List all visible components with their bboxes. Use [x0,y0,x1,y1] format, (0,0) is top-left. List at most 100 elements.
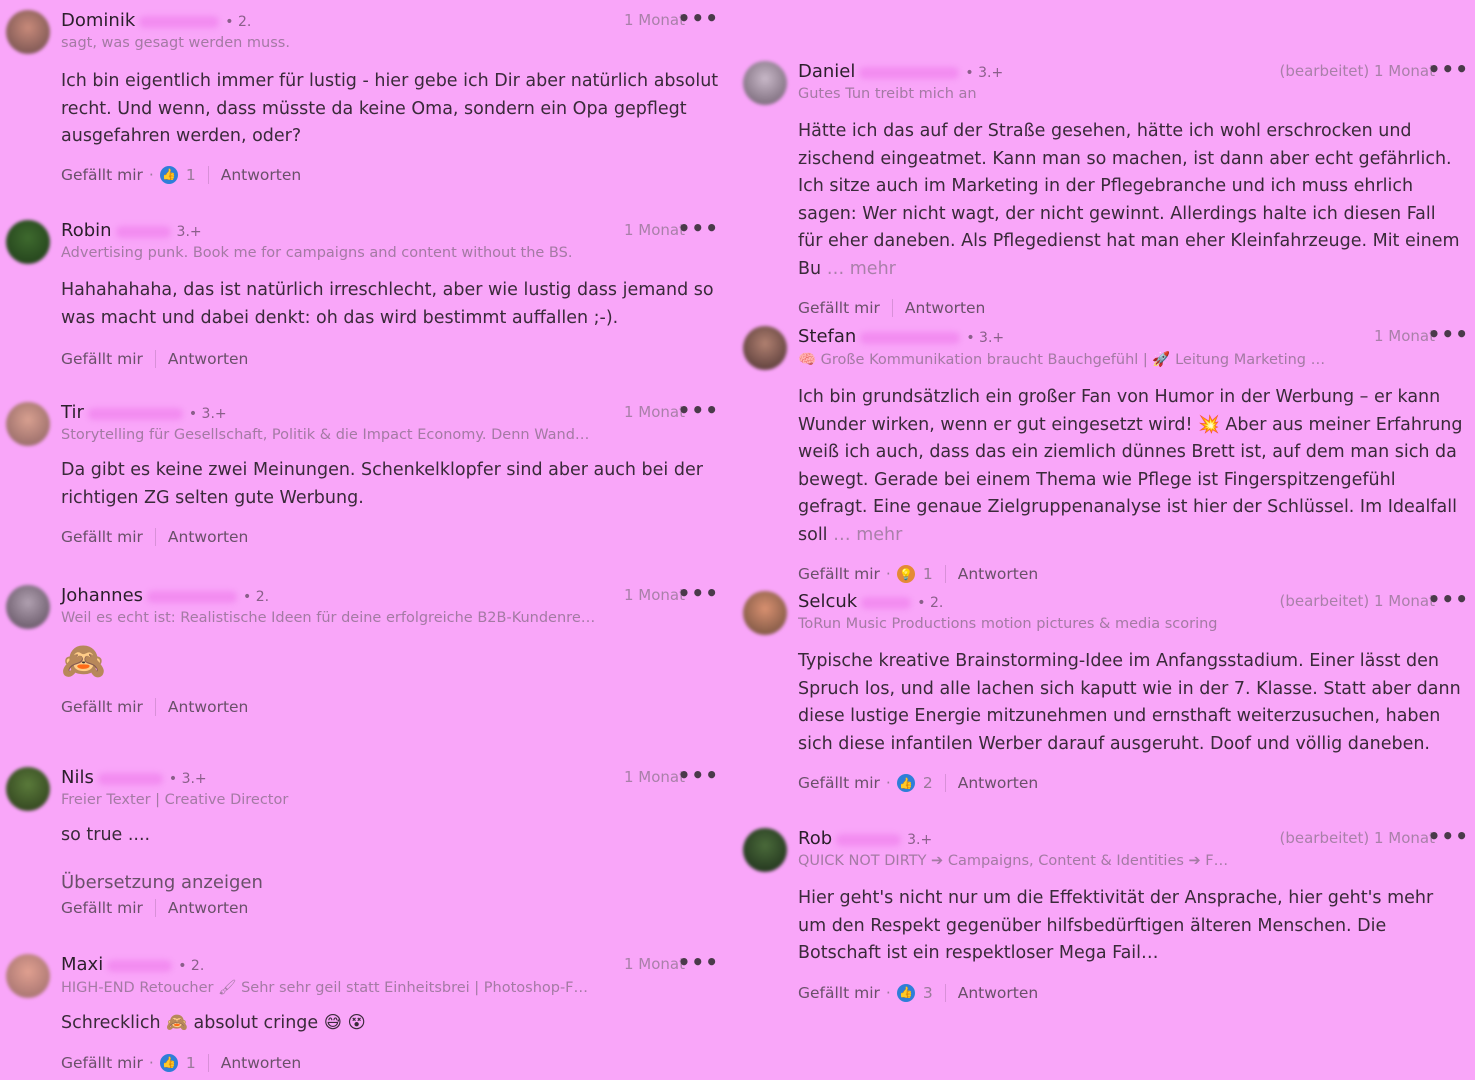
author-name[interactable]: Nils [61,767,94,788]
like-button[interactable]: Gefällt mir [61,528,143,546]
comment-text: Da gibt es keine zwei Meinungen. Schenke… [61,460,703,508]
author-name[interactable]: Johannes [61,585,143,606]
reaction-count[interactable]: 👍 3 [896,983,933,1002]
name-redaction [87,407,183,420]
timestamp: 1 Monat [623,11,685,29]
timestamp: (bearbeitet) 1 Monat [1279,592,1435,610]
divider [944,565,946,583]
avatar[interactable] [6,402,50,446]
comment-text: Schrecklich 🙈 absolut cringe 😅 😵 [61,1013,366,1033]
divider [154,698,156,716]
separator-dot: · [148,165,154,184]
connection-degree: • 2. [917,595,944,611]
connection-degree: 3.+ [907,832,933,848]
reply-button[interactable]: Antworten [168,899,248,917]
avatar[interactable] [743,326,787,370]
separator-dot: · [148,1053,154,1072]
like-button[interactable]: Gefällt mir [61,698,143,716]
name-redaction [860,331,961,344]
like-button[interactable]: Gefällt mir [61,166,143,184]
author-name[interactable]: Maxi [61,954,103,975]
more-options-icon[interactable]: ••• [1428,587,1469,611]
like-button[interactable]: Gefällt mir [798,774,880,792]
like-button[interactable]: Gefällt mir [61,899,143,917]
reply-button[interactable]: Antworten [221,166,301,184]
reply-button[interactable]: Antworten [905,299,985,317]
like-button[interactable]: Gefällt mir [798,565,880,583]
reply-button[interactable]: Antworten [958,774,1038,792]
reply-button[interactable]: Antworten [168,350,248,368]
separator-dot: · [885,565,891,583]
connection-degree: • 2. [243,589,270,605]
reply-button[interactable]: Antworten [168,528,248,546]
timestamp: (bearbeitet) 1 Monat [1279,829,1435,847]
like-reaction-icon: 👍 [159,1053,178,1072]
more-options-icon[interactable]: ••• [678,216,719,240]
like-button[interactable]: Gefällt mir [798,299,880,317]
like-reaction-icon: 👍 [159,165,178,184]
reaction-count[interactable]: 👍 2 [896,774,933,792]
more-options-icon[interactable]: ••• [678,950,719,974]
timestamp: 1 Monat [623,955,685,973]
avatar[interactable] [6,585,50,629]
name-redaction [107,959,173,972]
comment-text: so true .... [61,825,151,845]
connection-degree: • 3.+ [965,65,1004,81]
like-button[interactable]: Gefällt mir [61,1054,143,1072]
author-name[interactable]: Tir [61,402,84,423]
more-options-icon[interactable]: ••• [678,763,719,787]
name-redaction [147,590,238,603]
avatar[interactable] [6,954,50,998]
avatar[interactable] [743,828,787,872]
reply-button[interactable]: Antworten [958,984,1038,1002]
like-button[interactable]: Gefällt mir [61,350,143,368]
see-more-link[interactable]: … mehr [827,259,896,279]
reply-button[interactable]: Antworten [221,1054,301,1072]
more-options-icon[interactable]: ••• [678,398,719,422]
reply-button[interactable]: Antworten [958,565,1038,583]
author-name[interactable]: Selcuk [798,591,857,612]
timestamp: (bearbeitet) 1 Monat [1279,62,1435,80]
author-headline: sagt, was gesagt werden muss. [61,35,290,51]
author-headline: Freier Texter | Creative Director [61,792,289,808]
avatar[interactable] [6,10,50,54]
timestamp: 1 Monat [623,768,685,786]
author-name[interactable]: Robin [61,220,112,241]
comment-text: Ich bin grundsätzlich ein großer Fan von… [798,387,1463,545]
avatar[interactable] [743,591,787,635]
reaction-count[interactable]: 👍 1 [159,1053,196,1072]
reply-button[interactable]: Antworten [168,698,248,716]
comment-text: Ich bin eigentlich immer für lustig - hi… [61,71,719,146]
like-button[interactable]: Gefällt mir [798,984,880,1002]
author-headline: Weil es echt ist: Realistische Ideen für… [61,610,596,626]
connection-degree: 3.+ [176,224,202,240]
connection-degree: • 3.+ [966,330,1005,346]
timestamp: 1 Monat [623,221,685,239]
more-options-icon[interactable]: ••• [678,6,719,30]
see-more-link[interactable]: … mehr [833,525,902,545]
timestamp: 1 Monat [1373,327,1435,345]
author-name[interactable]: Daniel [798,61,855,82]
insightful-reaction-icon: 💡 [896,565,915,583]
avatar[interactable] [6,220,50,264]
name-redaction [139,15,220,28]
author-name[interactable]: Rob [798,828,832,849]
divider [207,165,209,184]
author-name[interactable]: Dominik [61,10,135,31]
translate-link[interactable]: Übersetzung anzeigen [61,872,725,893]
name-redaction [115,225,171,238]
connection-degree: • 3.+ [188,406,227,422]
connection-degree: • 2. [178,958,205,974]
timestamp: 1 Monat [623,403,685,421]
reaction-count[interactable]: 👍 1 [159,165,196,184]
more-options-icon[interactable]: ••• [1428,57,1469,81]
avatar[interactable] [743,61,787,105]
more-options-icon[interactable]: ••• [1428,824,1469,848]
separator-dot: · [885,774,891,792]
separator-dot: · [885,983,891,1002]
more-options-icon[interactable]: ••• [678,581,719,605]
avatar[interactable] [6,767,50,811]
more-options-icon[interactable]: ••• [1428,322,1469,346]
author-name[interactable]: Stefan [798,326,856,347]
reaction-count[interactable]: 💡 1 [896,565,933,583]
